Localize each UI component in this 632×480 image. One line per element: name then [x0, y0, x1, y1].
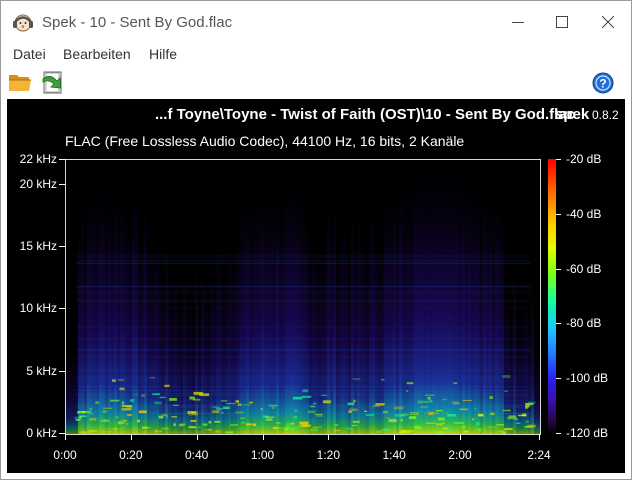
freq-tick-mark [59, 183, 65, 185]
spek-app-icon [12, 12, 34, 32]
time-tick-mark [262, 434, 264, 440]
file-path-title: ...f Toyne\Toyne - Twist of Faith (OST)\… [154, 106, 575, 123]
freq-tick-label: 10 kHz [19, 301, 57, 316]
minimize-button[interactable] [495, 1, 541, 43]
db-tick-mark [556, 323, 561, 325]
open-file-button[interactable] [7, 70, 35, 96]
close-icon [602, 16, 614, 28]
db-tick-label: -20 dB [566, 152, 602, 166]
freq-tick-mark [59, 308, 65, 310]
time-tick-mark [394, 434, 396, 440]
help-button[interactable]: ? [592, 72, 614, 94]
db-tick-mark [556, 213, 561, 215]
toolbar: ? [1, 67, 631, 99]
db-tick-mark [556, 433, 561, 434]
db-colorbar [548, 159, 556, 433]
menu-hilfe[interactable]: Hilfe [149, 46, 177, 62]
window-title: Spek - 10 - Sent By God.flac [42, 14, 233, 31]
time-tick-label: 1:00 [250, 448, 275, 462]
maximize-icon [556, 16, 568, 28]
freq-tick-mark [59, 159, 65, 160]
db-tick-label: -40 dB [566, 206, 602, 221]
spectrogram-plot [65, 159, 541, 435]
time-tick-label: 2:24 [527, 448, 551, 462]
spectrogram-panel: ...f Toyne\Toyne - Twist of Faith (OST)\… [7, 99, 625, 473]
audio-info: FLAC (Free Lossless Audio Codec), 44100 … [65, 133, 465, 149]
svg-text:?: ? [599, 77, 606, 91]
spek-brand: spek [555, 106, 590, 123]
db-tick-label: -100 dB [566, 371, 609, 386]
db-tick-label: -60 dB [566, 261, 602, 276]
freq-tick-label: 15 kHz [19, 239, 57, 254]
spek-window: Spek - 10 - Sent By God.flac Datei Bearb… [0, 0, 632, 480]
db-tick-mark [556, 268, 561, 270]
time-tick-label: 0:00 [53, 448, 77, 462]
db-tick-mark [556, 159, 561, 160]
freq-tick-mark [59, 246, 65, 248]
freq-tick-label: 5 kHz [26, 363, 57, 378]
save-button[interactable] [39, 70, 67, 96]
time-tick-label: 0:40 [184, 448, 209, 462]
time-tick-mark [196, 434, 198, 440]
save-icon [42, 71, 62, 94]
db-tick-label: -120 dB [566, 426, 609, 440]
title-bar[interactable]: Spek - 10 - Sent By God.flac [1, 1, 631, 43]
time-tick-label: 2:00 [448, 448, 472, 462]
time-tick-mark [65, 434, 66, 440]
time-tick-mark [328, 434, 330, 440]
spek-version: 0.8.2 [592, 108, 619, 122]
help-icon: ? [592, 72, 614, 94]
maximize-button[interactable] [539, 1, 585, 43]
time-tick-label: 1:40 [382, 448, 406, 462]
time-tick-label: 1:20 [316, 448, 341, 462]
menu-datei[interactable]: Datei [13, 46, 46, 62]
time-tick-mark [539, 434, 540, 440]
menu-bar: Datei Bearbeiten Hilfe [1, 43, 631, 65]
close-button[interactable] [585, 1, 631, 43]
db-tick-mark [556, 378, 561, 380]
minimize-icon [512, 22, 524, 23]
db-tick-label: -80 dB [566, 316, 602, 331]
freq-tick-label: 0 kHz [26, 426, 57, 440]
time-tick-label: 0:20 [119, 448, 143, 462]
open-file-icon [9, 75, 31, 91]
spectrogram-image [66, 160, 540, 434]
freq-tick-mark [59, 370, 65, 372]
freq-tick-label: 20 kHz [19, 176, 57, 191]
freq-tick-label: 22 kHz [19, 152, 57, 166]
menu-bearbeiten[interactable]: Bearbeiten [63, 46, 131, 62]
time-tick-mark [460, 434, 461, 440]
time-tick-mark [130, 434, 132, 440]
